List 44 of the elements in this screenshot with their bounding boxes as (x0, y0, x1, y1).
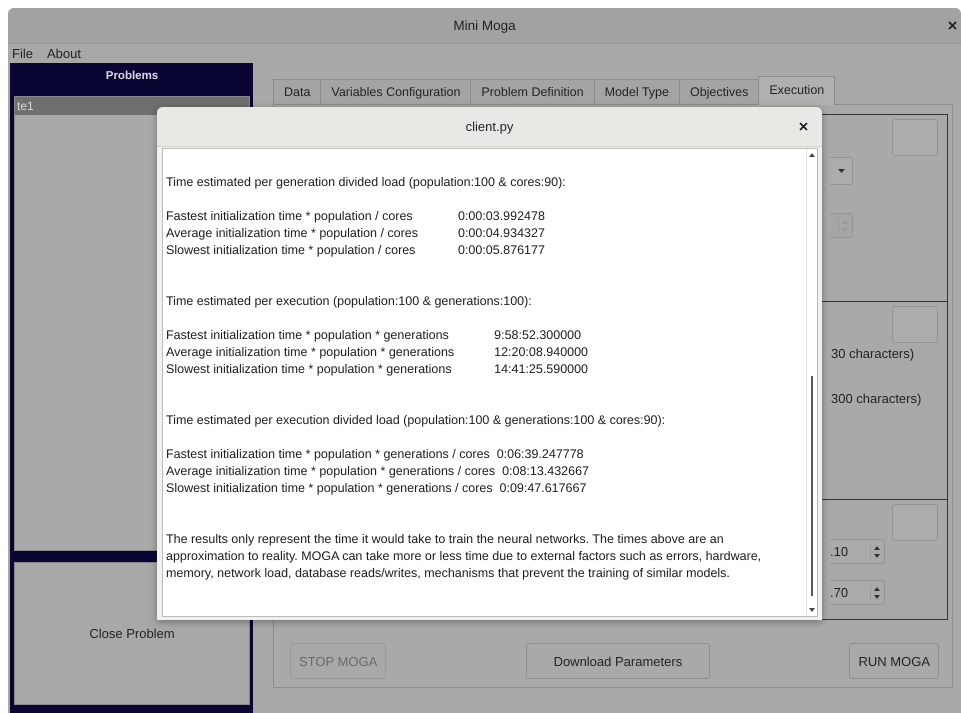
tab[interactable]: Variables Configuration (320, 79, 472, 104)
tab[interactable]: Data (273, 79, 322, 104)
estimate-value: 12:20:08.940000 (494, 344, 588, 361)
dropdown[interactable] (830, 157, 853, 185)
tab[interactable]: Execution (758, 76, 836, 105)
scroll-up-icon[interactable] (808, 151, 816, 159)
close-icon[interactable] (799, 122, 808, 131)
estimate-value: 9:58:52.300000 (494, 327, 582, 344)
tab[interactable]: Problem Definition (470, 79, 595, 104)
estimate-label: Fastest initialization time * population / cores (166, 208, 414, 225)
action-button[interactable]: Download Parameters (526, 643, 710, 679)
field-hint: 30 characters) (831, 346, 914, 361)
estimate-value: 0:00:05.876177 (458, 242, 545, 259)
window-title: Mini Moga (453, 18, 516, 33)
estimate-value: 0:00:04.934327 (458, 225, 545, 242)
section-heading: Time estimated per generation divided load (population:100 & cores:90): (166, 174, 567, 191)
menu-item[interactable]: About (46, 46, 81, 61)
menu-item[interactable]: File (12, 46, 33, 61)
panel-title: Problems (104, 69, 160, 84)
tab[interactable]: Model Type (594, 79, 680, 104)
scroll-down-icon[interactable] (808, 606, 816, 614)
estimate-label: Average initialization time * population * generations (166, 344, 454, 361)
dialog-title: client.py (466, 119, 514, 134)
estimate-value: 14:41:25.590000 (494, 361, 588, 378)
tab[interactable]: Objectives (678, 79, 760, 104)
spin-box[interactable]: .10 (830, 539, 885, 564)
estimate-label: Fastest initialization time * population * generations (166, 327, 450, 344)
spin-arrows-icon[interactable] (870, 544, 881, 558)
section-heading: Time estimated per execution divided load (population:100 & generations:100 & cores:90): (166, 412, 666, 429)
scroll-bar[interactable] (806, 149, 817, 616)
estimate-label: Slowest initialization time * population / cores (166, 242, 416, 259)
estimate-value: 0:00:03.992478 (458, 208, 545, 225)
estimate-line: Slowest initialization time * population * generations / cores 0:09:47.617667 (166, 480, 588, 497)
field-hint: 300 characters) (831, 391, 922, 406)
estimate-label: Average initialization time * population / cores (166, 225, 418, 242)
action-button[interactable]: RUN MOGA (849, 643, 939, 679)
spin-arrows-icon[interactable] (870, 586, 881, 600)
estimate-line: Average initialization time * population * generations / cores 0:08:13.432667 (166, 463, 590, 480)
section-heading: Time estimated per execution (population:100 & generations:100): (166, 293, 533, 310)
close-icon[interactable] (948, 21, 957, 30)
caret-icon (838, 169, 844, 173)
estimate-label: Slowest initialization time * population * generations (166, 361, 453, 378)
estimate-line: Fastest initialization time * population * generations / cores 0:06:39.247778 (166, 446, 585, 463)
spin-box[interactable]: .70 (830, 580, 885, 605)
